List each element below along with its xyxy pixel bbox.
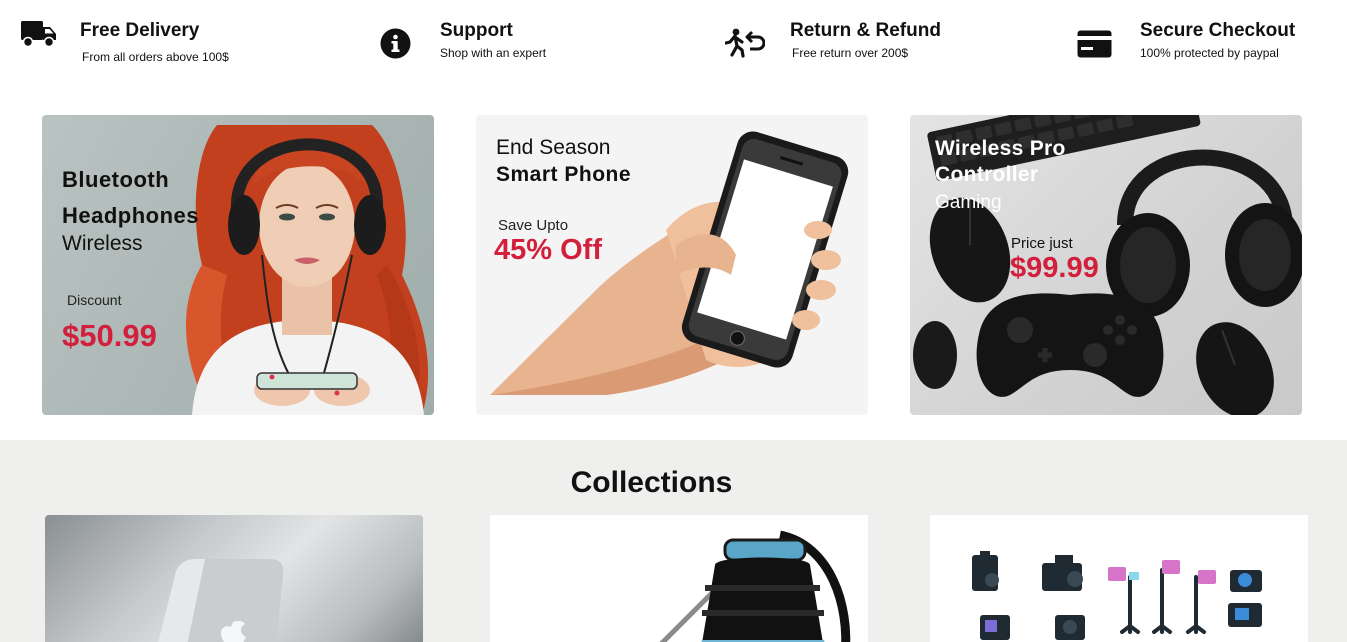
feature-subtitle: Shop with an expert [440,46,547,60]
feature-support: Support Shop with an expert [380,18,680,68]
price-value: $50.99 [62,318,157,353]
feature-subtitle: 100% protected by paypal [1140,46,1279,60]
feature-subtitle: From all orders above 100$ [82,50,229,64]
collection-card-cameras[interactable] [930,515,1308,642]
vacuum-cleaner-image [659,530,851,642]
return-icon [724,28,766,67]
feature-title: Secure Checkout [1140,20,1296,41]
section-title: Collections [570,466,733,499]
feature-title: Return & Refund [790,20,941,41]
collection-card-laptop[interactable] [45,515,423,642]
features-bar: Free Delivery From all orders above 100$… [0,0,1347,90]
banner-smart-phone[interactable]: End Season Smart Phone Save Upto 45% Off [476,115,868,415]
banner-title-line1: Bluetooth [62,167,170,192]
price-label: Price just [1011,235,1073,252]
banner-title-line2: Smart Phone [496,163,632,186]
camera-gimbals-image [972,551,1262,640]
feature-return-refund: Return & Refund Free return over 200$ [724,18,1045,68]
banner-title-line1: Wireless Pro [935,137,1066,160]
feature-subtitle: Free return over 200$ [792,46,909,60]
banner-subtitle: Gaming [935,192,1002,213]
feature-secure-checkout: Secure Checkout 100% protected by paypal [1077,18,1337,68]
laptop-image [158,559,284,642]
banner-bluetooth-headphones[interactable]: Bluetooth Headphones Wireless Discount $… [42,115,434,415]
price-label: Discount [67,292,122,308]
feature-title: Support [440,20,513,41]
feature-free-delivery: Free Delivery From all orders above 100$ [20,18,340,68]
info-icon [380,28,411,64]
banner-title-line2: Headphones [62,203,200,228]
offer-value: 45% Off [494,234,602,266]
feature-title: Free Delivery [80,20,200,41]
headphones-model-image [185,125,429,415]
collection-card-vacuum[interactable] [490,515,868,642]
price-value: $99.99 [1010,252,1099,284]
banner-title-line1: End Season [496,136,611,159]
banner-subtitle: Wireless [62,232,143,255]
offer-label: Save Upto [498,217,569,234]
credit-card-icon [1077,30,1112,63]
truck-icon [20,18,58,55]
banner-wireless-pro-controller[interactable]: Wireless Pro Controller Gaming Price jus… [910,115,1302,415]
banner-title-line2: Controller [935,163,1039,186]
collections-section: Collections [0,440,1347,642]
